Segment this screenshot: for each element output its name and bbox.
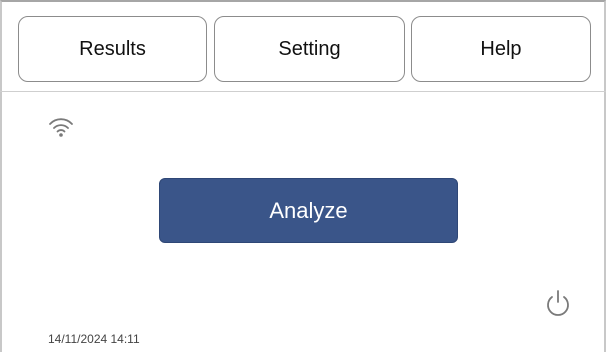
tab-results-label: Results — [79, 37, 146, 60]
analyze-button-label: Analyze — [269, 197, 348, 223]
tab-setting-label: Setting — [278, 37, 341, 60]
tab-setting[interactable]: Setting — [214, 16, 405, 82]
top-navigation: Results Setting Help — [0, 0, 606, 92]
wifi-icon — [47, 116, 75, 138]
tab-help-label: Help — [480, 37, 522, 60]
power-icon[interactable] — [544, 288, 572, 318]
timestamp: 14/11/2024 14:11 — [48, 332, 140, 346]
tab-help[interactable]: Help — [411, 16, 591, 82]
analyze-button[interactable]: Analyze — [159, 178, 458, 243]
tab-results[interactable]: Results — [18, 16, 207, 82]
